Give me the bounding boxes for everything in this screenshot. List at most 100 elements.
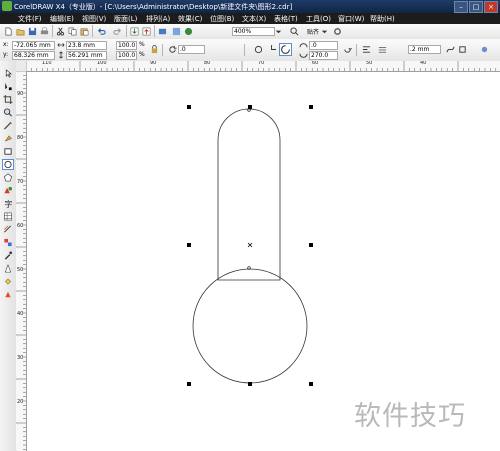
property-bar: x: -72.065 mm y: 68.326 mm 23.8 mm 56.29… [0,39,500,62]
direction-toggle-icon[interactable] [343,45,352,54]
y-position-field[interactable]: 68.326 mm [12,51,55,60]
maximize-button[interactable]: □ [469,1,483,13]
scale-x-percent: % [139,41,145,48]
menu-help[interactable]: 帮助(H) [370,14,395,24]
export-icon[interactable] [142,27,151,36]
menu-effects[interactable]: 效果(C) [178,14,202,24]
start-angle-icon [299,43,308,48]
v-ruler-label: 30 [17,355,24,361]
menu-bitmaps[interactable]: 位图(B) [210,14,234,24]
fill-bucket-tool-icon[interactable] [3,277,13,286]
width-field[interactable]: 23.8 mm [66,41,107,50]
undo-icon[interactable] [97,27,106,36]
coreldraw-app-icon [2,1,12,11]
convert-outline-icon[interactable] [458,45,467,54]
end-angle-icon [299,53,308,58]
end-angle-field[interactable]: 270.0 [309,51,338,60]
v-ruler-label: 80 [17,135,24,141]
h-ruler-label: 70 [258,61,265,66]
corel-online-icon[interactable] [184,27,193,36]
table-tool-icon[interactable] [3,212,13,221]
standard-toolbar: 400% 贴齐 [0,24,500,40]
h-ruler-label: 50 [366,61,373,66]
zoom-tool-icon[interactable] [3,108,13,117]
print-icon[interactable] [40,27,49,36]
width-icon [57,43,65,47]
v-ruler-label: 90 [17,91,24,97]
menu-layout[interactable]: 版面(L) [114,14,137,24]
minimize-button[interactable]: – [454,1,468,13]
scale-y-percent: % [139,51,145,58]
wrap-text-icon[interactable] [362,45,371,54]
ellipse-tool-icon[interactable] [2,159,14,170]
x-position-label: x: [3,41,9,48]
convert-to-curves-icon[interactable] [446,45,455,54]
menu-view[interactable]: 视图(V) [82,14,106,24]
snap-dropdown-chevron-down-icon[interactable] [320,27,329,36]
smart-fill-tool-icon[interactable] [3,134,13,143]
rotation-angle-field[interactable]: .0 [178,45,205,54]
cut-icon[interactable] [56,27,65,36]
open-folder-icon[interactable] [16,27,25,36]
interactive-blend-tool-icon[interactable] [3,238,13,247]
new-document-icon[interactable] [4,27,13,36]
h-ruler-label: 110 [42,61,52,66]
x-position-field[interactable]: -72.065 mm [12,41,55,50]
paste-icon[interactable] [80,27,89,36]
shape-tool-icon[interactable] [3,82,13,91]
copy-icon[interactable] [68,27,77,36]
start-angle-field[interactable]: .0 [309,41,338,50]
outline-width-field[interactable]: .2 mm [408,45,441,54]
zoom-level-field[interactable]: 400% [232,27,275,36]
menu-window[interactable]: 窗口(W) [338,14,364,24]
welcome-screen-icon[interactable] [172,27,181,36]
v-ruler-label: 70 [17,179,24,185]
menu-file[interactable]: 文件(F) [18,14,42,24]
options-gear-icon[interactable] [333,27,342,36]
rectangle-tool-icon[interactable] [3,147,13,156]
scale-y-field[interactable]: 100.0 [116,51,137,60]
text-tool-icon[interactable]: 字 [3,199,13,208]
scale-x-field[interactable]: 100.0 [116,41,137,50]
crop-tool-icon[interactable] [3,95,13,104]
menu-edit[interactable]: 编辑(E) [50,14,74,24]
freehand-tool-icon[interactable] [3,121,13,130]
menu-table[interactable]: 表格(T) [274,14,298,24]
arc-mode-icon[interactable] [279,43,292,56]
pick-tool-arrow-icon[interactable] [3,69,13,78]
y-position-label: y: [3,51,9,58]
polygon-tool-icon[interactable] [3,173,13,182]
v-ruler-label: 60 [17,223,24,229]
height-icon [59,51,63,59]
ellipse-mode-icon[interactable] [254,45,263,54]
app-launcher-icon[interactable] [158,27,167,36]
eyedropper-tool-icon[interactable] [3,251,13,260]
menu-tools[interactable]: 工具(O) [306,14,331,24]
snap-to-label[interactable]: 贴齐 [307,27,319,36]
close-button[interactable]: × [484,1,498,13]
import-icon[interactable] [130,27,139,36]
redo-icon[interactable] [113,27,122,36]
toolbox: 字 [0,61,17,451]
horizontal-ruler[interactable]: 110 100 90 80 70 60 50 40 [26,61,500,72]
zoom-dropdown-chevron-down-icon[interactable] [274,27,283,36]
interactive-fill-tool-icon[interactable] [3,290,13,299]
zoom-percent-icon[interactable] [290,27,299,36]
h-ruler-label: 60 [312,61,319,66]
h-ruler-label: 90 [150,61,157,66]
parallel-dimension-tool-icon[interactable] [3,225,13,234]
h-ruler-label: 100 [97,61,107,66]
watermark-text: 软件技巧 [354,401,466,432]
outline-pen-tool-icon[interactable] [3,264,13,273]
basic-shapes-tool-icon[interactable] [3,186,13,195]
vertical-ruler[interactable]: 90 80 70 60 50 40 30 20 [16,71,27,451]
pie-mode-icon[interactable] [267,45,276,54]
save-icon[interactable] [28,27,37,36]
lock-ratio-icon[interactable] [150,45,159,54]
height-field[interactable]: 56.291 mm [66,51,107,60]
h-ruler-label: 40 [420,61,427,66]
outline-width-icon [378,47,387,53]
menu-text[interactable]: 文本(X) [242,14,266,24]
menu-arrange[interactable]: 排列(A) [146,14,170,24]
property-bar-options-icon[interactable] [480,45,489,54]
